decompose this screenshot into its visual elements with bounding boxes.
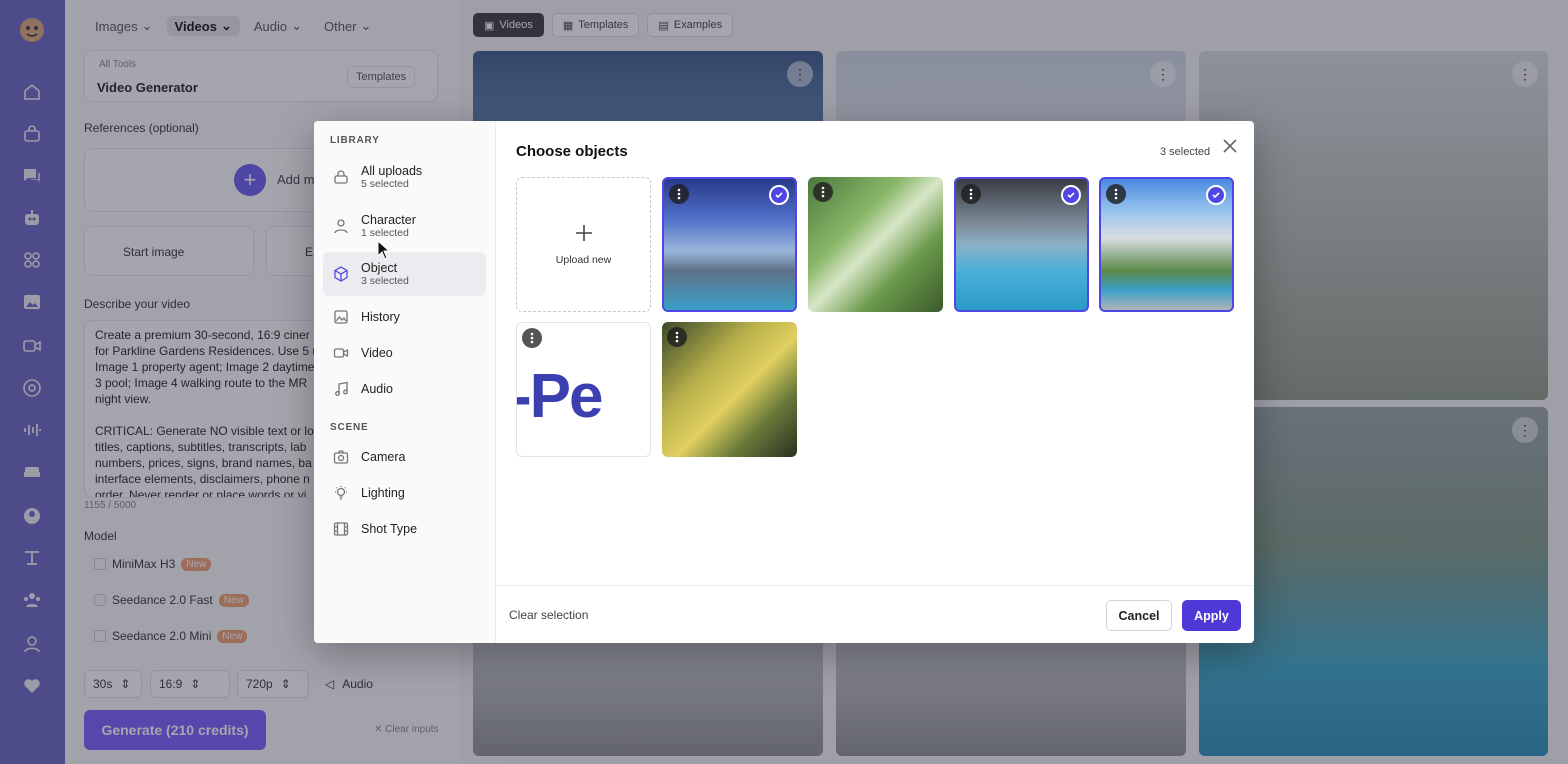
sidebar-item-lighting[interactable]: Lighting bbox=[323, 477, 486, 509]
upload-new-button[interactable]: Upload new bbox=[516, 177, 651, 312]
person-icon bbox=[333, 218, 349, 234]
sidebar-item-camera[interactable]: Camera bbox=[323, 441, 486, 473]
check-icon[interactable] bbox=[769, 185, 789, 205]
plus-icon bbox=[574, 223, 594, 246]
more-icon[interactable] bbox=[667, 327, 687, 347]
object-image[interactable] bbox=[954, 177, 1089, 312]
sidebar-item-video[interactable]: Video bbox=[323, 337, 486, 369]
sidebar-item-all-uploads[interactable]: All uploads 5 selected bbox=[323, 155, 486, 199]
music-icon bbox=[333, 381, 349, 397]
modal-footer: Clear selection Cancel Apply bbox=[496, 585, 1254, 643]
more-icon[interactable] bbox=[522, 328, 542, 348]
more-icon[interactable] bbox=[1106, 184, 1126, 204]
check-icon[interactable] bbox=[1061, 185, 1081, 205]
object-image[interactable] bbox=[662, 177, 797, 312]
library-sidebar: LIBRARY All uploads 5 selected Character 1… bbox=[314, 121, 496, 643]
camera-icon bbox=[333, 449, 349, 465]
sidebar-item-object[interactable]: Object 3 selected bbox=[323, 252, 486, 296]
more-icon[interactable] bbox=[961, 184, 981, 204]
object-image[interactable] bbox=[1099, 177, 1234, 312]
sidebar-item-audio[interactable]: Audio bbox=[323, 373, 486, 405]
logo-text: -Pe bbox=[516, 362, 603, 431]
cube-icon bbox=[333, 266, 349, 282]
image-icon bbox=[333, 309, 349, 325]
bulb-icon bbox=[333, 485, 349, 501]
selected-count: 3 selected bbox=[1160, 146, 1211, 158]
cancel-button[interactable]: Cancel bbox=[1106, 600, 1172, 631]
clear-selection-button[interactable]: Clear selection bbox=[509, 608, 588, 622]
lock-stack-icon bbox=[333, 169, 349, 185]
modal-title: Choose objects bbox=[516, 143, 628, 160]
more-icon[interactable] bbox=[669, 184, 689, 204]
choose-objects-modal: LIBRARY All uploads 5 selected Character 1… bbox=[314, 121, 1254, 643]
sidebar-item-character[interactable]: Character 1 selected bbox=[323, 204, 486, 248]
object-image[interactable]: -Pe bbox=[516, 322, 651, 457]
film-icon bbox=[333, 521, 349, 537]
library-heading: LIBRARY bbox=[330, 135, 380, 146]
close-icon[interactable] bbox=[1220, 136, 1240, 156]
sidebar-item-shot-type[interactable]: Shot Type bbox=[323, 513, 486, 545]
object-image[interactable] bbox=[662, 322, 797, 457]
video-icon bbox=[333, 345, 349, 361]
object-image[interactable] bbox=[808, 177, 943, 312]
mouse-cursor-icon bbox=[377, 240, 391, 260]
scene-heading: SCENE bbox=[330, 422, 369, 433]
more-icon[interactable] bbox=[813, 182, 833, 202]
sidebar-item-history[interactable]: History bbox=[323, 301, 486, 333]
apply-button[interactable]: Apply bbox=[1182, 600, 1241, 631]
check-icon[interactable] bbox=[1206, 185, 1226, 205]
